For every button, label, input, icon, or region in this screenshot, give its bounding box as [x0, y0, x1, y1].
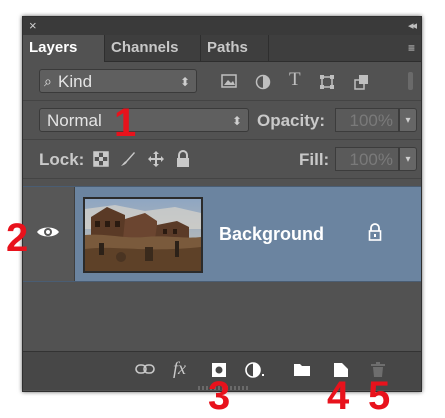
- annotation-3: 3: [208, 374, 231, 418]
- fill-slider-icon[interactable]: ▾: [399, 147, 417, 171]
- smart-object-filter-icon[interactable]: [353, 74, 369, 94]
- lock-all-icon[interactable]: [175, 150, 191, 173]
- layer-row-background[interactable]: Background: [23, 186, 421, 282]
- lock-row: Lock: Fill: 100% ▾: [23, 140, 421, 179]
- adjustment-filter-icon[interactable]: [255, 74, 271, 94]
- panel-titlebar: × ◂◂: [23, 17, 421, 36]
- collapse-panel-icon[interactable]: ◂◂: [408, 19, 417, 32]
- lock-transparent-icon[interactable]: [93, 151, 109, 172]
- fx-icon[interactable]: fx: [173, 359, 186, 377]
- updown-arrow-icon: ⬍: [231, 114, 242, 128]
- blend-mode-value: Normal: [47, 111, 102, 130]
- image-filter-icon[interactable]: [221, 74, 237, 92]
- updown-arrow-icon: ⬍: [179, 75, 190, 89]
- close-icon[interactable]: ×: [29, 18, 37, 33]
- eye-icon[interactable]: [36, 224, 60, 245]
- layer-name[interactable]: Background: [219, 224, 324, 245]
- tab-channels[interactable]: Channels: [105, 35, 201, 61]
- opacity-label: Opacity:: [257, 111, 326, 130]
- annotation-2: 2: [6, 216, 29, 260]
- shape-filter-icon[interactable]: [319, 74, 335, 94]
- panel-tabs: Layers Channels Paths ≡: [23, 35, 421, 62]
- type-filter-icon[interactable]: T: [289, 70, 301, 89]
- lock-position-icon[interactable]: [147, 150, 165, 173]
- search-icon: ⌕: [44, 73, 52, 89]
- opacity-field[interactable]: 100%: [335, 108, 399, 132]
- filter-kind-label: Kind: [58, 72, 93, 91]
- layers-panel: × ◂◂ Layers Channels Paths ≡ ⌕ Kind ⬍ T …: [22, 16, 422, 392]
- tab-paths[interactable]: Paths: [201, 35, 269, 61]
- filter-kind-select[interactable]: ⌕ Kind ⬍: [39, 69, 197, 93]
- filter-row: ⌕ Kind ⬍ T: [23, 62, 421, 101]
- filter-toggle-icon[interactable]: [408, 72, 413, 90]
- lock-image-pixels-icon[interactable]: [119, 150, 137, 173]
- blend-row: Normal ⬍ Opacity: 100% ▾: [23, 101, 421, 140]
- layers-list-empty-area[interactable]: [23, 281, 421, 351]
- annotation-5: 5: [368, 374, 391, 418]
- blend-mode-select[interactable]: Normal ⬍: [39, 108, 249, 132]
- link-layers-icon[interactable]: [135, 363, 155, 379]
- fill-field[interactable]: 100%: [335, 147, 399, 171]
- annotation-1: 1: [114, 101, 137, 145]
- annotation-4: 4: [327, 374, 350, 418]
- opacity-slider-icon[interactable]: ▾: [399, 108, 417, 132]
- new-group-icon[interactable]: [293, 362, 311, 381]
- visibility-toggle[interactable]: [23, 187, 75, 281]
- layer-thumbnail[interactable]: [83, 197, 203, 273]
- adjustment-layer-icon[interactable]: [245, 362, 267, 382]
- fill-label: Fill:: [299, 150, 330, 169]
- lock-icon: [368, 223, 382, 246]
- panel-menu-icon[interactable]: ≡: [408, 41, 415, 55]
- lock-label: Lock:: [39, 150, 85, 169]
- tab-layers[interactable]: Layers: [23, 35, 105, 62]
